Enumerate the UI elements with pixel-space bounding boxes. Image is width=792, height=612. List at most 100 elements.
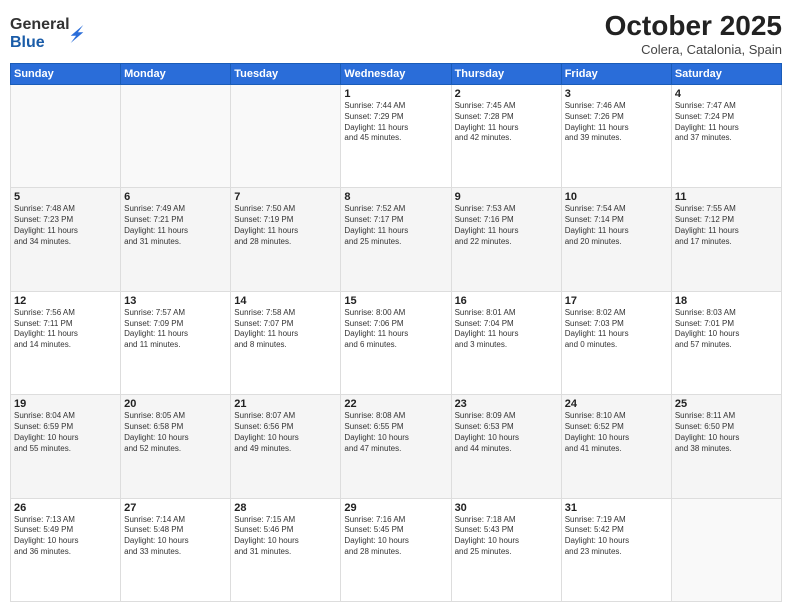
- calendar-cell: 24Sunrise: 8:10 AM Sunset: 6:52 PM Dayli…: [561, 395, 671, 498]
- day-number: 9: [455, 191, 558, 203]
- calendar-cell: [671, 498, 781, 601]
- calendar-cell: 26Sunrise: 7:13 AM Sunset: 5:49 PM Dayli…: [11, 498, 121, 601]
- header: General Blue October 2025 Colera, Catalo…: [10, 10, 782, 57]
- day-info: Sunrise: 7:49 AM Sunset: 7:21 PM Dayligh…: [124, 204, 227, 247]
- header-wednesday: Wednesday: [341, 64, 451, 85]
- day-number: 22: [344, 398, 447, 410]
- day-info: Sunrise: 8:01 AM Sunset: 7:04 PM Dayligh…: [455, 308, 558, 351]
- day-info: Sunrise: 7:13 AM Sunset: 5:49 PM Dayligh…: [14, 515, 117, 558]
- day-info: Sunrise: 7:56 AM Sunset: 7:11 PM Dayligh…: [14, 308, 117, 351]
- calendar-cell: 22Sunrise: 8:08 AM Sunset: 6:55 PM Dayli…: [341, 395, 451, 498]
- day-number: 27: [124, 502, 227, 514]
- day-info: Sunrise: 7:57 AM Sunset: 7:09 PM Dayligh…: [124, 308, 227, 351]
- calendar-cell: 8Sunrise: 7:52 AM Sunset: 7:17 PM Daylig…: [341, 188, 451, 291]
- day-number: 12: [14, 295, 117, 307]
- day-number: 7: [234, 191, 337, 203]
- calendar-cell: 6Sunrise: 7:49 AM Sunset: 7:21 PM Daylig…: [121, 188, 231, 291]
- header-tuesday: Tuesday: [231, 64, 341, 85]
- week-row-3: 12Sunrise: 7:56 AM Sunset: 7:11 PM Dayli…: [11, 291, 782, 394]
- calendar-cell: [11, 85, 121, 188]
- calendar-cell: 18Sunrise: 8:03 AM Sunset: 7:01 PM Dayli…: [671, 291, 781, 394]
- day-info: Sunrise: 8:08 AM Sunset: 6:55 PM Dayligh…: [344, 411, 447, 454]
- day-number: 16: [455, 295, 558, 307]
- week-row-2: 5Sunrise: 7:48 AM Sunset: 7:23 PM Daylig…: [11, 188, 782, 291]
- day-number: 31: [565, 502, 668, 514]
- header-sunday: Sunday: [11, 64, 121, 85]
- logo: General Blue: [10, 16, 84, 51]
- day-info: Sunrise: 8:02 AM Sunset: 7:03 PM Dayligh…: [565, 308, 668, 351]
- day-number: 28: [234, 502, 337, 514]
- calendar-cell: 14Sunrise: 7:58 AM Sunset: 7:07 PM Dayli…: [231, 291, 341, 394]
- calendar-cell: 12Sunrise: 7:56 AM Sunset: 7:11 PM Dayli…: [11, 291, 121, 394]
- day-number: 4: [675, 88, 778, 100]
- day-info: Sunrise: 7:14 AM Sunset: 5:48 PM Dayligh…: [124, 515, 227, 558]
- day-number: 11: [675, 191, 778, 203]
- day-number: 14: [234, 295, 337, 307]
- day-info: Sunrise: 8:11 AM Sunset: 6:50 PM Dayligh…: [675, 411, 778, 454]
- day-info: Sunrise: 7:45 AM Sunset: 7:28 PM Dayligh…: [455, 101, 558, 144]
- header-thursday: Thursday: [451, 64, 561, 85]
- calendar-cell: 1Sunrise: 7:44 AM Sunset: 7:29 PM Daylig…: [341, 85, 451, 188]
- day-number: 10: [565, 191, 668, 203]
- calendar-cell: 20Sunrise: 8:05 AM Sunset: 6:58 PM Dayli…: [121, 395, 231, 498]
- day-number: 2: [455, 88, 558, 100]
- calendar-cell: 11Sunrise: 7:55 AM Sunset: 7:12 PM Dayli…: [671, 188, 781, 291]
- header-saturday: Saturday: [671, 64, 781, 85]
- day-number: 3: [565, 88, 668, 100]
- header-monday: Monday: [121, 64, 231, 85]
- day-number: 25: [675, 398, 778, 410]
- day-info: Sunrise: 8:00 AM Sunset: 7:06 PM Dayligh…: [344, 308, 447, 351]
- calendar-cell: [231, 85, 341, 188]
- day-number: 13: [124, 295, 227, 307]
- day-number: 5: [14, 191, 117, 203]
- subtitle: Colera, Catalonia, Spain: [605, 42, 782, 57]
- calendar-cell: 17Sunrise: 8:02 AM Sunset: 7:03 PM Dayli…: [561, 291, 671, 394]
- day-info: Sunrise: 7:50 AM Sunset: 7:19 PM Dayligh…: [234, 204, 337, 247]
- day-number: 18: [675, 295, 778, 307]
- calendar-cell: 9Sunrise: 7:53 AM Sunset: 7:16 PM Daylig…: [451, 188, 561, 291]
- week-row-5: 26Sunrise: 7:13 AM Sunset: 5:49 PM Dayli…: [11, 498, 782, 601]
- calendar-header-row: Sunday Monday Tuesday Wednesday Thursday…: [11, 64, 782, 85]
- calendar-cell: 23Sunrise: 8:09 AM Sunset: 6:53 PM Dayli…: [451, 395, 561, 498]
- page: General Blue October 2025 Colera, Catalo…: [0, 0, 792, 612]
- calendar-cell: 16Sunrise: 8:01 AM Sunset: 7:04 PM Dayli…: [451, 291, 561, 394]
- title-block: October 2025 Colera, Catalonia, Spain: [605, 10, 782, 57]
- day-info: Sunrise: 7:58 AM Sunset: 7:07 PM Dayligh…: [234, 308, 337, 351]
- day-info: Sunrise: 7:15 AM Sunset: 5:46 PM Dayligh…: [234, 515, 337, 558]
- calendar-cell: 13Sunrise: 7:57 AM Sunset: 7:09 PM Dayli…: [121, 291, 231, 394]
- calendar-cell: [121, 85, 231, 188]
- day-number: 26: [14, 502, 117, 514]
- calendar-cell: 10Sunrise: 7:54 AM Sunset: 7:14 PM Dayli…: [561, 188, 671, 291]
- day-info: Sunrise: 8:07 AM Sunset: 6:56 PM Dayligh…: [234, 411, 337, 454]
- week-row-4: 19Sunrise: 8:04 AM Sunset: 6:59 PM Dayli…: [11, 395, 782, 498]
- calendar-cell: 30Sunrise: 7:18 AM Sunset: 5:43 PM Dayli…: [451, 498, 561, 601]
- day-info: Sunrise: 7:48 AM Sunset: 7:23 PM Dayligh…: [14, 204, 117, 247]
- day-info: Sunrise: 7:19 AM Sunset: 5:42 PM Dayligh…: [565, 515, 668, 558]
- calendar-cell: 29Sunrise: 7:16 AM Sunset: 5:45 PM Dayli…: [341, 498, 451, 601]
- month-title: October 2025: [605, 10, 782, 42]
- day-number: 20: [124, 398, 227, 410]
- day-info: Sunrise: 7:46 AM Sunset: 7:26 PM Dayligh…: [565, 101, 668, 144]
- day-number: 19: [14, 398, 117, 410]
- day-info: Sunrise: 7:55 AM Sunset: 7:12 PM Dayligh…: [675, 204, 778, 247]
- calendar-cell: 15Sunrise: 8:00 AM Sunset: 7:06 PM Dayli…: [341, 291, 451, 394]
- day-number: 23: [455, 398, 558, 410]
- day-number: 30: [455, 502, 558, 514]
- day-info: Sunrise: 8:05 AM Sunset: 6:58 PM Dayligh…: [124, 411, 227, 454]
- day-info: Sunrise: 7:53 AM Sunset: 7:16 PM Dayligh…: [455, 204, 558, 247]
- day-number: 17: [565, 295, 668, 307]
- day-info: Sunrise: 8:03 AM Sunset: 7:01 PM Dayligh…: [675, 308, 778, 351]
- day-number: 29: [344, 502, 447, 514]
- day-info: Sunrise: 7:18 AM Sunset: 5:43 PM Dayligh…: [455, 515, 558, 558]
- calendar-cell: 2Sunrise: 7:45 AM Sunset: 7:28 PM Daylig…: [451, 85, 561, 188]
- logo-icon: [70, 25, 84, 43]
- calendar-cell: 19Sunrise: 8:04 AM Sunset: 6:59 PM Dayli…: [11, 395, 121, 498]
- calendar-cell: 31Sunrise: 7:19 AM Sunset: 5:42 PM Dayli…: [561, 498, 671, 601]
- calendar-cell: 7Sunrise: 7:50 AM Sunset: 7:19 PM Daylig…: [231, 188, 341, 291]
- day-number: 1: [344, 88, 447, 100]
- day-number: 24: [565, 398, 668, 410]
- calendar-cell: 3Sunrise: 7:46 AM Sunset: 7:26 PM Daylig…: [561, 85, 671, 188]
- week-row-1: 1Sunrise: 7:44 AM Sunset: 7:29 PM Daylig…: [11, 85, 782, 188]
- day-info: Sunrise: 8:09 AM Sunset: 6:53 PM Dayligh…: [455, 411, 558, 454]
- calendar-cell: 5Sunrise: 7:48 AM Sunset: 7:23 PM Daylig…: [11, 188, 121, 291]
